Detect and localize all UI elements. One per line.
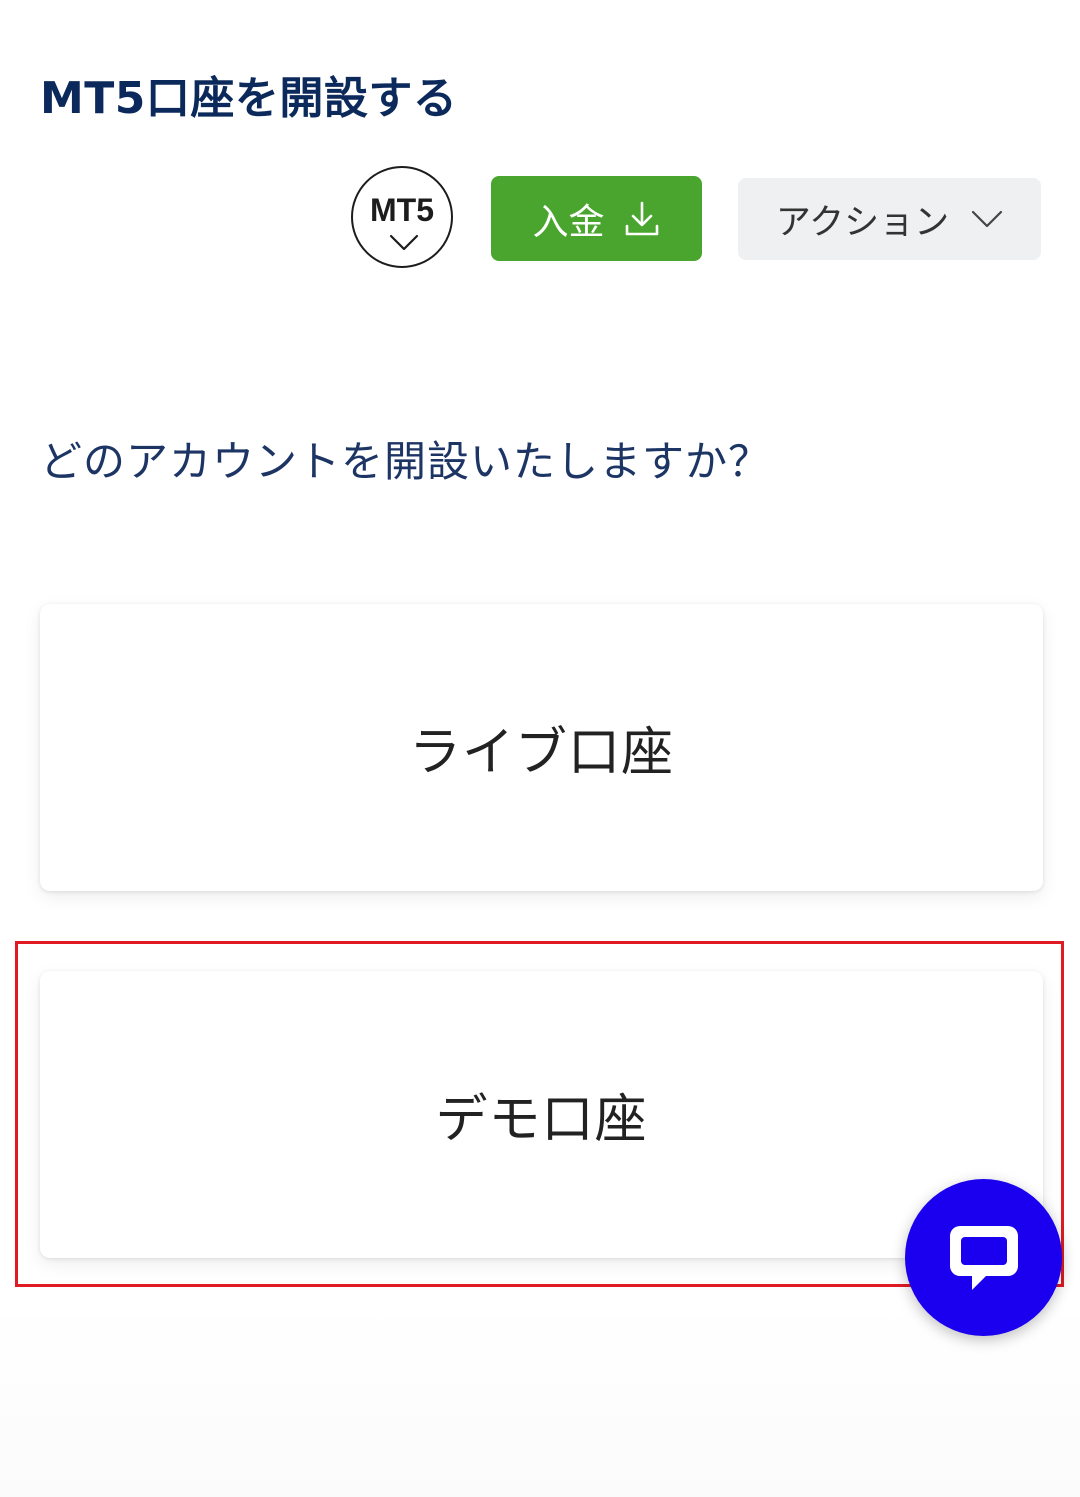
- platform-badge-label: MT5: [370, 192, 434, 228]
- live-account-option[interactable]: ライブ口座: [40, 604, 1043, 891]
- live-account-label: ライブ口座: [408, 723, 674, 783]
- chat-button[interactable]: [905, 1179, 1062, 1336]
- actions-dropdown-label: アクション: [775, 202, 950, 243]
- chevron-down-icon: [972, 210, 1003, 228]
- actions-dropdown[interactable]: アクション: [738, 178, 1041, 260]
- page-background: [0, 1300, 1080, 1497]
- deposit-button[interactable]: 入金: [491, 176, 702, 261]
- account-type-question: どのアカウントを開設いたしますか？: [40, 437, 772, 486]
- platform-selector[interactable]: MT5: [351, 166, 453, 268]
- page-title: MT5口座を開設する: [40, 73, 458, 124]
- download-icon: [625, 201, 658, 235]
- chevron-down-icon: [389, 234, 419, 251]
- deposit-button-label: 入金: [532, 201, 605, 243]
- chat-bubble-icon: [949, 1225, 1018, 1290]
- demo-account-label: デモ口座: [435, 1090, 648, 1150]
- demo-account-option[interactable]: デモ口座: [40, 971, 1043, 1258]
